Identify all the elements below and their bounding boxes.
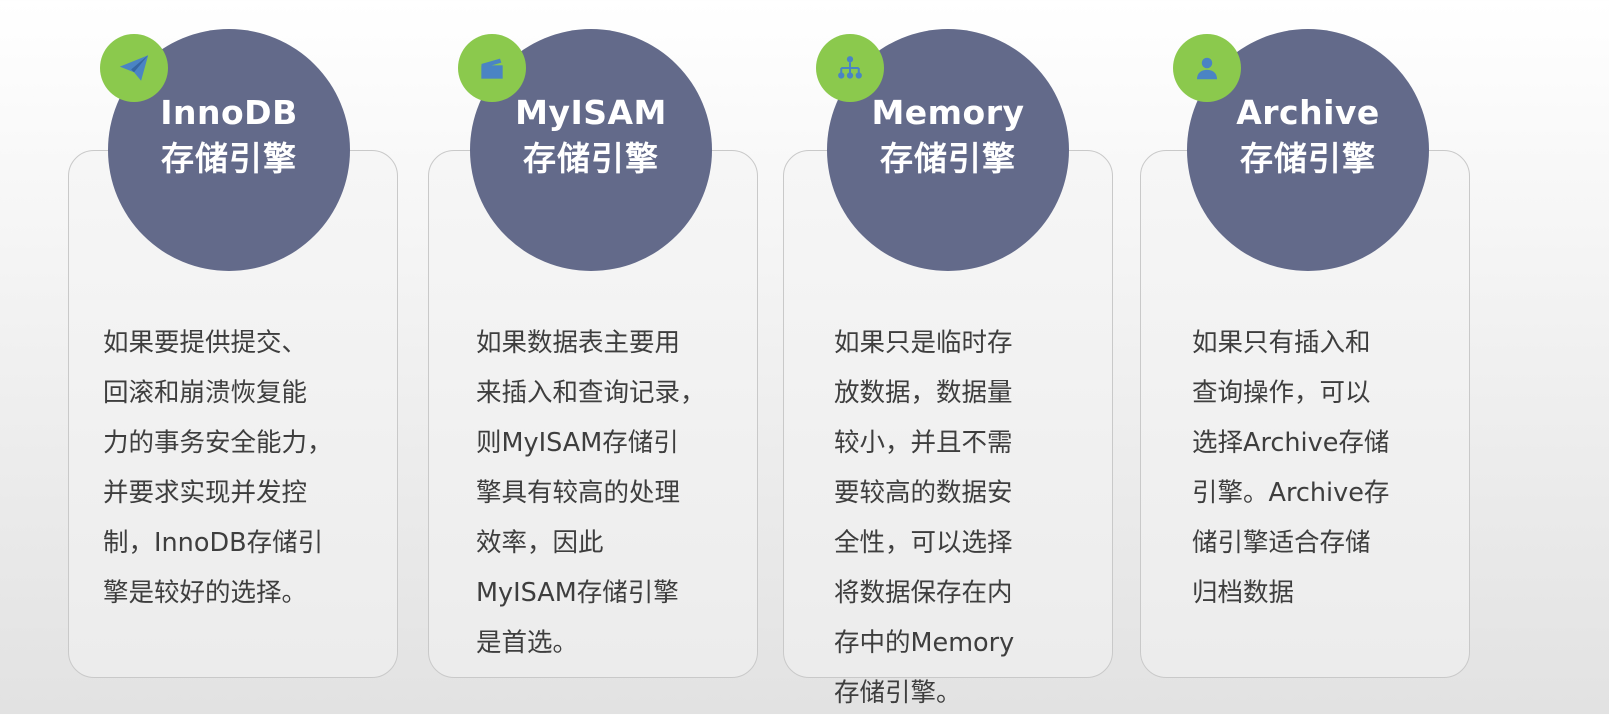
description-line: 如果要提供提交、 xyxy=(103,328,308,358)
description-line: 是首选。 xyxy=(476,628,579,658)
engine-subtitle: 存储引擎 xyxy=(880,139,1016,178)
engine-description-innodb: 如果要提供提交、 回滚和崩溃恢复能 力的事务安全能力， 并要求实现并发控 制，I… xyxy=(103,318,333,618)
sitemap-icon xyxy=(838,56,862,79)
description-line: MyISAM存储引擎 xyxy=(476,578,679,608)
engine-description-myisam: 如果数据表主要用 来插入和查询记录， 则MyISAM存储引 擎具有较高的处理 效… xyxy=(476,318,706,668)
paper-plane-icon xyxy=(119,55,149,81)
engine-subtitle: 存储引擎 xyxy=(1240,139,1376,178)
description-line: 将数据保存在内 xyxy=(834,578,1013,608)
card-icon xyxy=(481,58,503,79)
description-line: 较小，并且不需 xyxy=(834,428,1013,458)
description-line: 选择Archive存储 xyxy=(1192,428,1390,458)
description-line: 回滚和崩溃恢复能 xyxy=(103,378,308,408)
engine-name: InnoDB xyxy=(160,93,298,132)
description-line: 力的事务安全能力， xyxy=(103,428,333,458)
description-line: 制，InnoDB存储引 xyxy=(103,528,324,558)
description-line: 全性，可以选择 xyxy=(834,528,1013,558)
description-line: 放数据，数据量 xyxy=(834,378,1013,408)
engine-name: MyISAM xyxy=(515,93,667,132)
description-line: 如果数据表主要用 xyxy=(476,328,681,358)
description-line: 来插入和查询记录， xyxy=(476,378,706,408)
description-line: 存中的Memory xyxy=(834,628,1015,658)
engine-name: Memory xyxy=(871,93,1025,132)
engine-badge-memory xyxy=(816,34,884,102)
engine-name: Archive xyxy=(1236,93,1380,132)
engine-subtitle: 存储引擎 xyxy=(161,139,297,178)
user-icon xyxy=(1197,57,1217,80)
engine-subtitle: 存储引擎 xyxy=(523,139,659,178)
description-line: 查询操作，可以 xyxy=(1192,378,1371,408)
description-line: 擎是较好的选择。 xyxy=(103,578,308,608)
description-line: 存储引擎。 xyxy=(834,678,962,708)
description-line: 如果只有插入和 xyxy=(1192,328,1371,358)
description-line: 擎具有较高的处理 xyxy=(476,478,681,508)
description-line: 并要求实现并发控 xyxy=(103,478,308,508)
engine-badge-innodb xyxy=(100,34,168,102)
engine-badge-archive xyxy=(1173,34,1241,102)
engine-badge-myisam xyxy=(458,34,526,102)
description-line: 要较高的数据安 xyxy=(834,478,1013,508)
engine-description-memory: 如果只是临时存 放数据，数据量 较小，并且不需 要较高的数据安 全性，可以选择 … xyxy=(834,318,1014,718)
description-line: 归档数据 xyxy=(1192,578,1295,608)
description-line: 引擎。Archive存 xyxy=(1192,478,1390,508)
engine-description-archive: 如果只有插入和 查询操作，可以 选择Archive存储 引擎。Archive存 … xyxy=(1192,318,1389,618)
description-line: 如果只是临时存 xyxy=(834,328,1013,358)
description-line: 则MyISAM存储引 xyxy=(476,428,679,458)
description-line: 储引擎适合存储 xyxy=(1192,528,1371,558)
description-line: 效率，因此 xyxy=(476,528,604,558)
